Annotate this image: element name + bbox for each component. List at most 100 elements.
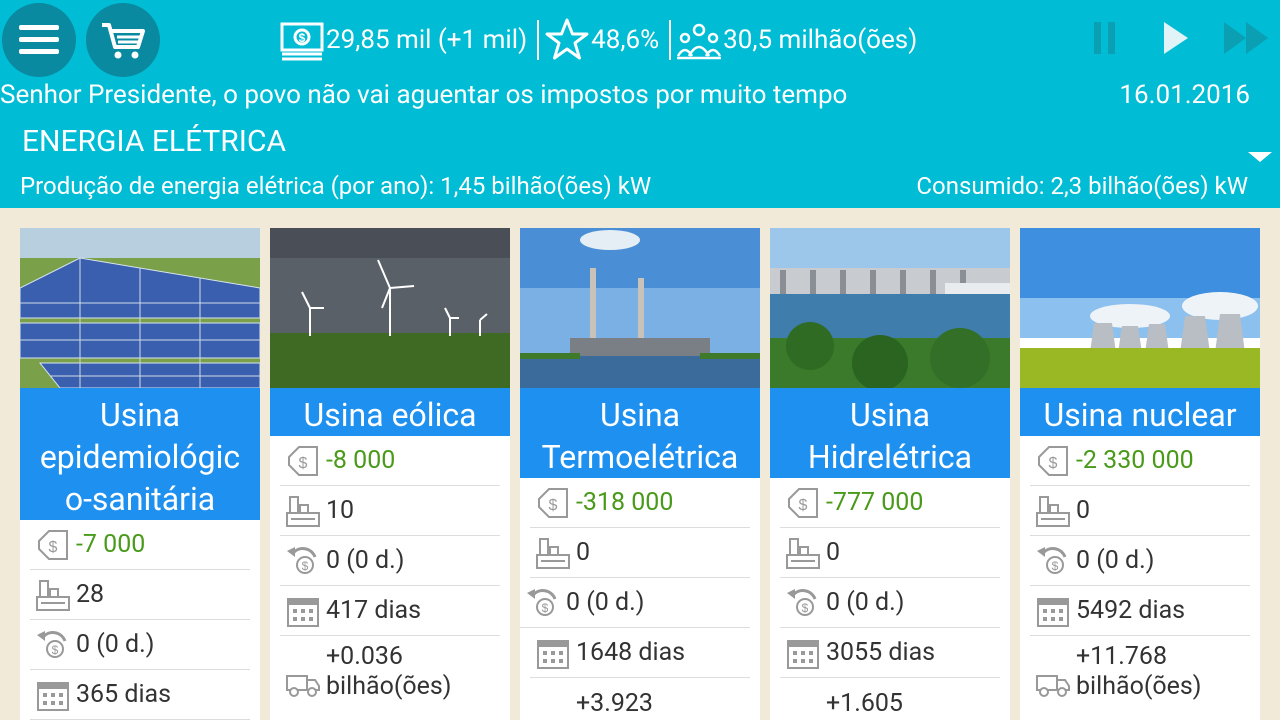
top-bar: $ 29,85 mil (+1 mil) 48,6% 30,5 milhão(õ… — [0, 0, 1280, 208]
cost-row: -318 000 — [530, 478, 750, 528]
money-stat[interactable]: $ 29,85 mil (+1 mil) — [278, 17, 527, 63]
money-value: 29,85 mil (+1 mil) — [326, 25, 528, 55]
svg-text:$: $ — [299, 31, 306, 45]
count-value: 0 — [576, 538, 591, 567]
income-row: 0 (0 d.) — [520, 578, 750, 628]
money-cycle-icon — [780, 583, 826, 623]
days-value: 365 dias — [76, 680, 172, 709]
calendar-icon — [280, 591, 326, 631]
cost-value: -8 000 — [326, 446, 396, 475]
card-hydro-plant[interactable]: Usina Hidrelétrica -777 000 0 0 (0 d.) 3… — [770, 228, 1010, 720]
production-value: +11.768 — [1076, 642, 1168, 671]
rating-value: 48,6% — [591, 25, 660, 55]
chevron-down-icon[interactable] — [1246, 146, 1274, 166]
truck-icon — [280, 662, 326, 702]
production-text: +0.036 bilhão(ões) — [326, 642, 452, 702]
hamburger-menu-icon — [19, 25, 59, 54]
card-thermal-plant[interactable]: Usina Termoelétrica -318 000 0 0 (0 d.) … — [520, 228, 760, 720]
fast-forward-button[interactable] — [1222, 16, 1270, 60]
pause-icon — [1094, 22, 1115, 54]
nuclear-plant-image — [1020, 228, 1260, 388]
production-unit: bilhão(ões) — [1076, 672, 1202, 701]
stats-bar: $ 29,85 mil (+1 mil) 48,6% 30,5 milhão(õ… — [278, 14, 917, 66]
days-row: 3055 dias — [780, 628, 1000, 678]
price-tag-icon — [30, 525, 76, 565]
cost-row: -2 330 000 — [1030, 436, 1250, 486]
population-icon — [675, 17, 723, 63]
income-value: 0 (0 d.) — [1076, 546, 1155, 575]
count-row: 0 — [1030, 486, 1250, 536]
factory-icon — [780, 533, 826, 573]
count-value: 0 — [826, 538, 841, 567]
section-title: ENERGIA ELÉTRICA — [22, 124, 287, 159]
cost-row: -7 000 — [30, 520, 250, 570]
play-icon — [1164, 22, 1188, 54]
cost-value: -7 000 — [76, 530, 146, 559]
cost-value: -2 330 000 — [1076, 446, 1194, 475]
production-row: +3.923 — [530, 678, 750, 720]
days-row: 1648 dias — [530, 628, 750, 678]
money-cycle-icon — [280, 541, 326, 581]
production-value: +0.036 — [326, 642, 403, 671]
calendar-icon — [780, 633, 826, 673]
card-wind-plant[interactable]: Usina eólica -8 000 10 0 (0 d.) 417 dias… — [270, 228, 510, 720]
card-title-line: Usina nuclear — [1043, 396, 1237, 434]
production-value: +3.923 — [576, 688, 653, 718]
shop-button[interactable] — [86, 3, 160, 77]
cost-value: -777 000 — [826, 488, 924, 517]
advisor-message: Senhor Presidente, o povo não vai aguent… — [0, 80, 848, 110]
cost-value: -318 000 — [576, 488, 674, 517]
price-tag-icon — [280, 441, 326, 481]
days-value: 417 dias — [326, 596, 422, 625]
production-row: +0.036 bilhão(ões) — [280, 636, 500, 706]
energy-consumed: Consumido: 2,3 bilhão(ões) kW — [916, 172, 1248, 200]
menu-button[interactable] — [2, 3, 76, 77]
factory-icon — [530, 533, 576, 573]
card-nuclear-plant[interactable]: Usina nuclear -2 330 000 0 0 (0 d.) 5492… — [1020, 228, 1260, 720]
calendar-icon — [530, 633, 576, 673]
card-title: Usina epidemiológic o-sanitária — [20, 388, 260, 520]
count-row: 0 — [780, 528, 1000, 578]
production-unit: bilhão(ões) — [326, 672, 452, 701]
pause-button[interactable] — [1080, 16, 1128, 60]
card-title-line: epidemiológic — [39, 438, 241, 476]
star-icon — [543, 17, 591, 63]
price-tag-icon — [780, 483, 826, 523]
production-row: +11.768 bilhão(ões) — [1030, 636, 1250, 706]
days-value: 3055 dias — [826, 638, 936, 667]
money-cycle-icon — [520, 583, 566, 623]
income-value: 0 (0 d.) — [826, 588, 905, 617]
calendar-icon — [1030, 591, 1076, 631]
income-value: 0 (0 d.) — [566, 588, 645, 617]
card-title-line: Hidrelétrica — [807, 438, 973, 476]
card-title-line: Termoelétrica — [541, 438, 739, 476]
card-title: Usina Termoelétrica — [520, 388, 760, 478]
divider — [669, 20, 672, 60]
rating-stat[interactable]: 48,6% — [543, 17, 659, 63]
count-value: 28 — [76, 580, 105, 609]
production-row: +1.605 — [780, 678, 1000, 720]
card-title: Usina nuclear — [1020, 388, 1260, 436]
income-value: 0 (0 d.) — [76, 630, 155, 659]
card-title-line: Usina — [849, 396, 931, 434]
days-row: 417 dias — [280, 586, 500, 636]
count-row: 10 — [280, 486, 500, 536]
factory-icon — [30, 575, 76, 615]
days-row: 5492 dias — [1030, 586, 1250, 636]
truck-icon — [1030, 662, 1076, 702]
card-epidemiological-plant[interactable]: Usina epidemiológic o-sanitária -7 000 2… — [20, 228, 260, 720]
days-value: 5492 dias — [1076, 596, 1186, 625]
divider — [537, 20, 540, 60]
fast-forward-icon — [1224, 22, 1268, 54]
income-row: 0 (0 d.) — [280, 536, 500, 586]
factory-icon — [1030, 491, 1076, 531]
game-date: 16.01.2016 — [1119, 80, 1250, 110]
money-cycle-icon — [30, 625, 76, 665]
thermal-plant-image — [520, 228, 760, 388]
price-tag-icon — [530, 483, 576, 523]
population-stat[interactable]: 30,5 milhão(ões) — [675, 17, 917, 63]
solar-farm-image — [20, 228, 260, 388]
play-button[interactable] — [1150, 16, 1198, 60]
cost-row: -8 000 — [280, 436, 500, 486]
energy-production: Produção de energia elétrica (por ano): … — [20, 172, 652, 200]
